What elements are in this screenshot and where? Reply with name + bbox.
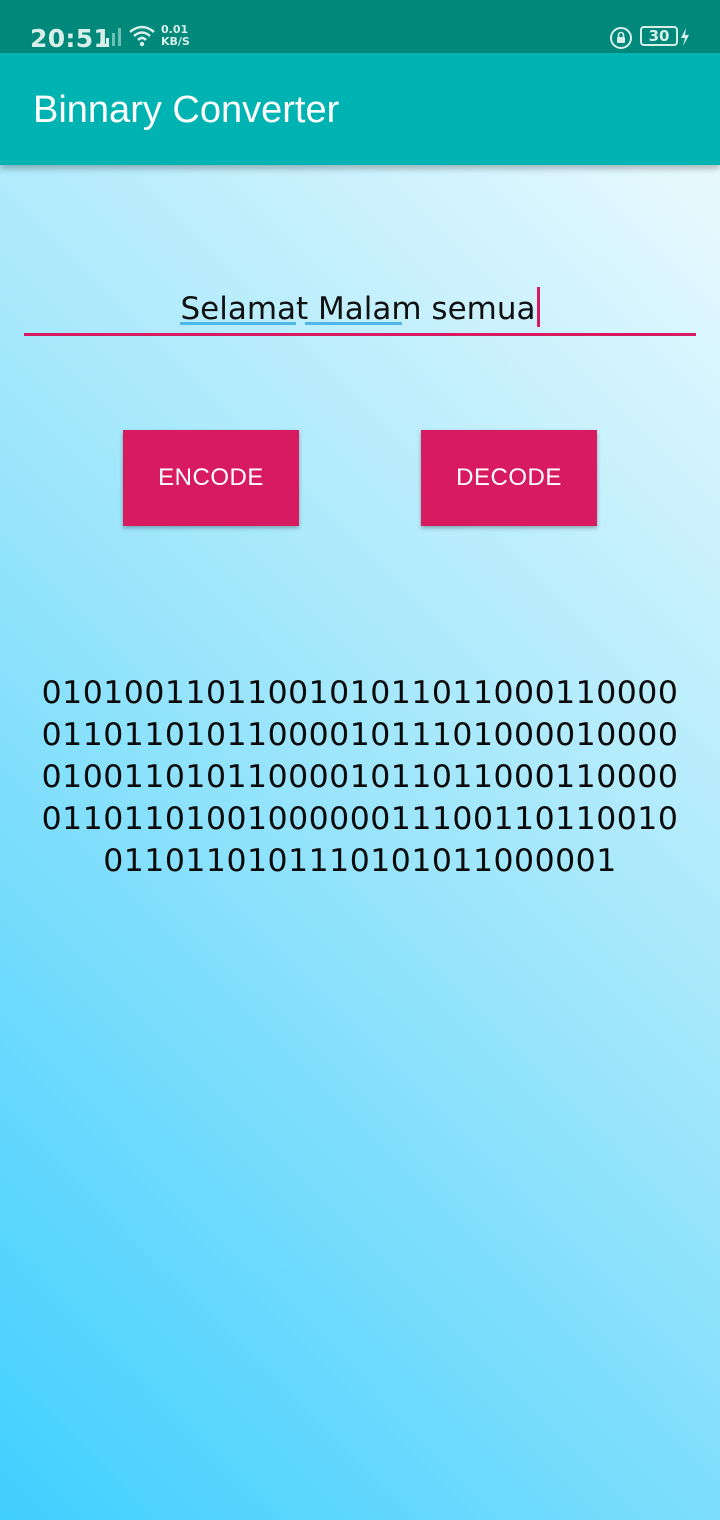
network-speed-unit: KB/S [161,35,190,48]
binary-output-line: 0110110101110101011000001 [103,843,617,879]
binary-output-line: 0110110100100000011100110110010 [41,801,679,837]
text-cursor [536,287,540,327]
binary-output: 0101001101100101011011000110000 01101101… [20,672,700,882]
app-bar: Binnary Converter [0,53,720,165]
charging-bolt-icon [681,28,689,46]
decode-button[interactable]: DECODE [421,430,597,526]
wifi-icon [129,25,155,47]
binary-output-line: 0101001101100101011011000110000 [41,675,679,711]
spellcheck-underline-2 [305,322,403,325]
binary-output-line: 0100110101100001011011000110000 [41,759,679,795]
text-input-field[interactable]: Selamat Malam semua [24,280,696,336]
binary-output-line: 0110110101100001011101000010000 [41,717,679,753]
battery-icon: 30 [640,26,678,46]
app-title: Binnary Converter [33,89,340,131]
encode-button[interactable]: ENCODE [123,430,299,526]
status-bar: 20:51 0.01 KB/S 30 [0,0,720,53]
network-speed: 0.01 KB/S [161,24,195,48]
rotation-lock-icon [610,27,632,49]
signal-icon [100,28,121,46]
spellcheck-underline-1 [180,322,297,325]
